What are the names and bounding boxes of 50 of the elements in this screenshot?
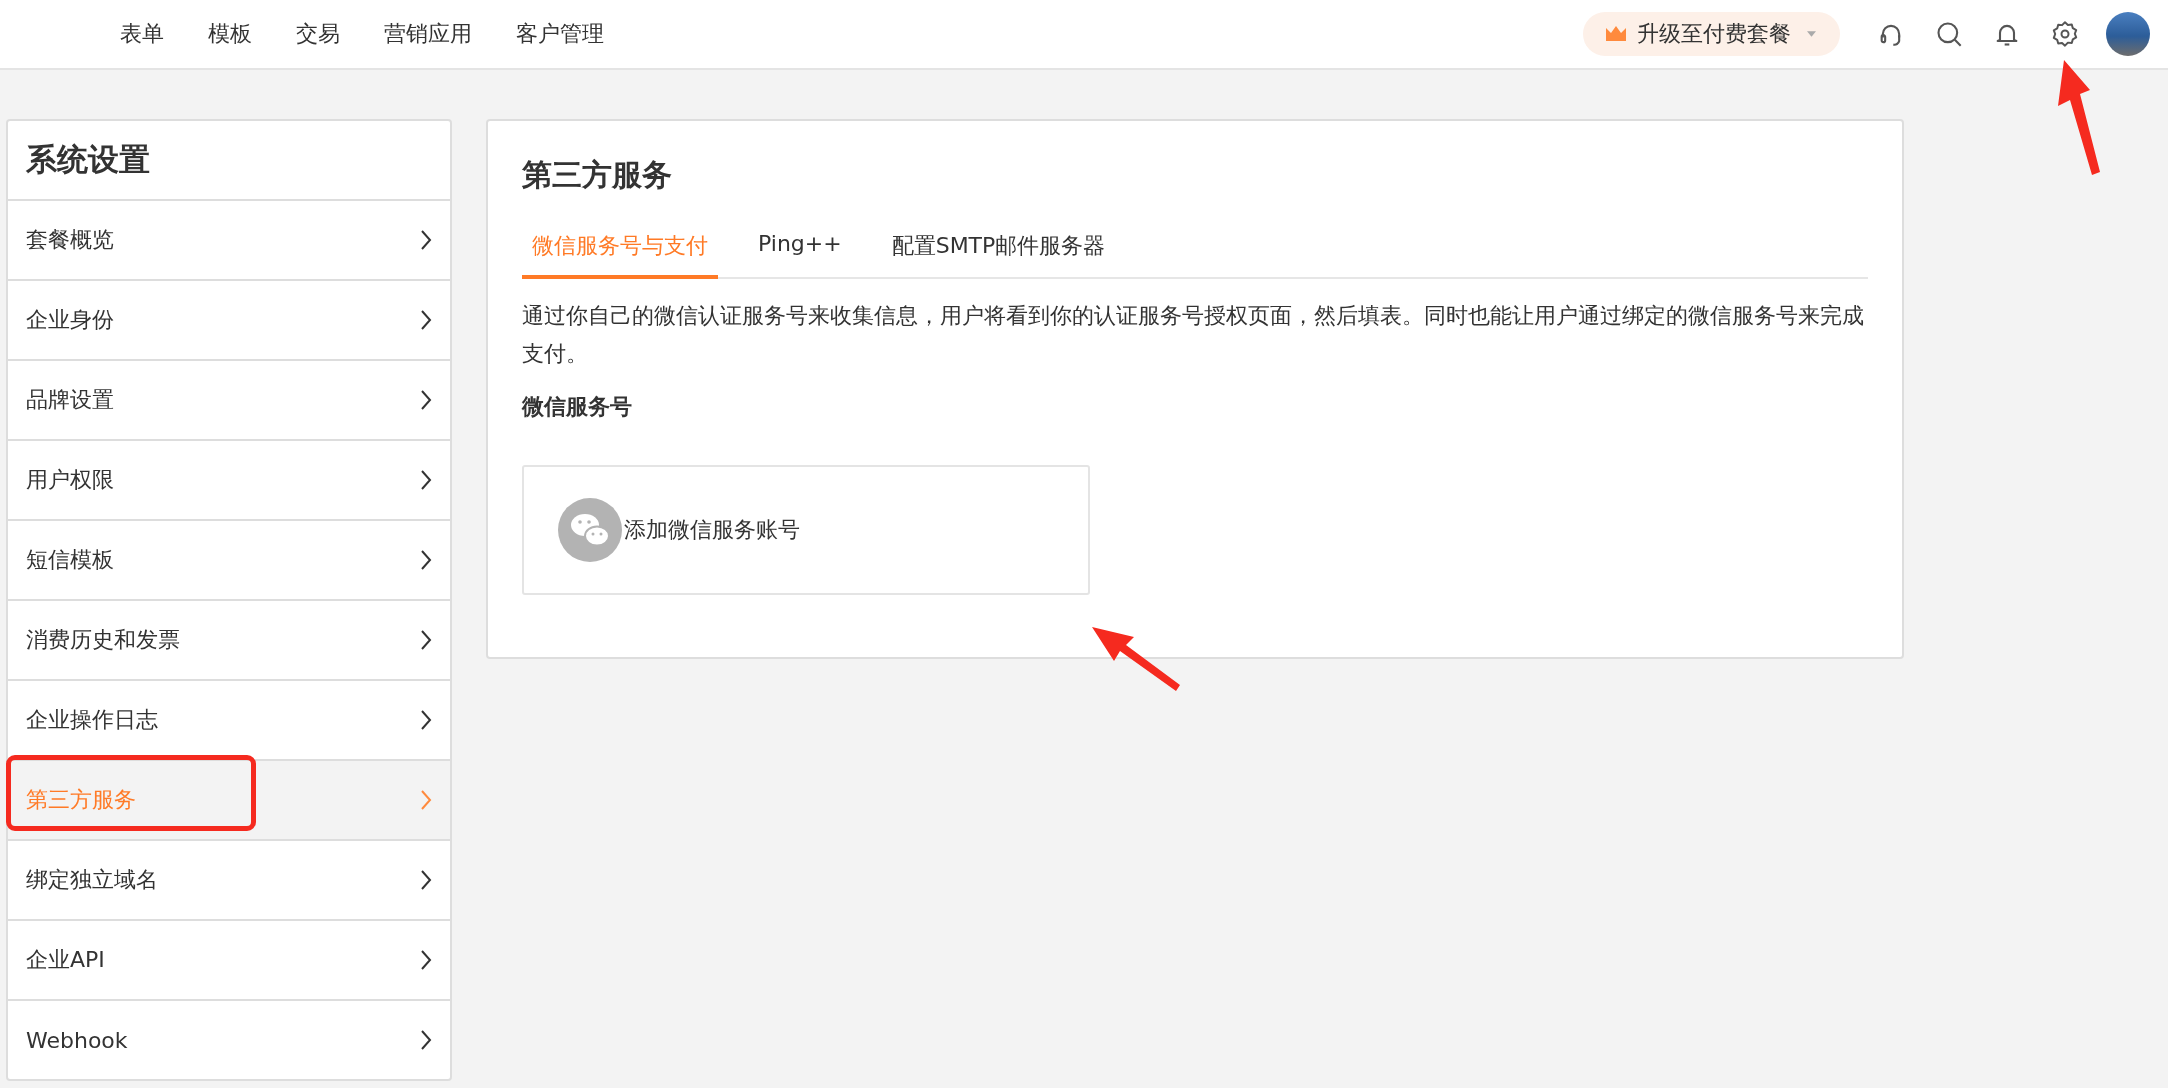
sidebar-item-label: 品牌设置: [26, 386, 114, 414]
chevron-right-icon: [420, 389, 432, 411]
chevron-right-icon: [420, 309, 432, 331]
chevron-right-icon: [420, 469, 432, 491]
search-icon[interactable]: [1935, 20, 1963, 48]
sidebar-item[interactable]: 绑定独立域名: [8, 841, 450, 921]
sidebar-item[interactable]: 企业API: [8, 921, 450, 1001]
sidebar-item-label: Webhook: [26, 1027, 128, 1053]
avatar[interactable]: [2106, 12, 2150, 56]
chevron-right-icon: [420, 229, 432, 251]
sidebar-item[interactable]: Webhook: [8, 1001, 450, 1079]
sidebar-item-label: 绑定独立域名: [26, 866, 158, 894]
panel-title: 第三方服务: [522, 156, 673, 194]
nav-tab[interactable]: 客户管理: [514, 13, 606, 55]
chevron-right-icon: [420, 629, 432, 651]
chevron-right-icon: [420, 1029, 432, 1051]
nav-tab[interactable]: 表单: [118, 13, 166, 55]
sidebar-item[interactable]: 短信模板: [8, 521, 450, 601]
sidebar-item-label: 企业身份: [26, 306, 114, 334]
tab[interactable]: 配置SMTP邮件服务器: [881, 225, 1116, 279]
sidebar-item-label: 套餐概览: [26, 226, 114, 254]
description-text: 通过你自己的微信认证服务号来收集信息，用户将看到你的认证服务号授权页面，然后填表。同时也能让用户通过绑定的微信服务号来完成支付。: [522, 302, 1865, 368]
sidebar-item[interactable]: 品牌设置: [8, 361, 450, 441]
sidebar-item[interactable]: 企业身份: [8, 281, 450, 361]
sidebar-item[interactable]: 消费历史和发票: [8, 601, 450, 681]
chevron-right-icon: [420, 549, 432, 571]
sidebar-item-label: 企业API: [26, 946, 105, 974]
add-account-button[interactable]: 添加微信服务账号: [522, 465, 1090, 595]
caret-icon: [1807, 31, 1816, 37]
nav-tab[interactable]: 模板: [206, 13, 254, 55]
settings-icon[interactable]: [2051, 20, 2079, 48]
chevron-right-icon: [420, 789, 432, 811]
sidebar-item[interactable]: 套餐概览: [8, 201, 450, 281]
sidebar-title: 系统设置: [8, 121, 450, 201]
upgrade-button[interactable]: 升级至付费套餐: [1583, 12, 1840, 56]
nav-tab[interactable]: 交易: [294, 13, 342, 55]
sidebar-item-label: 短信模板: [26, 546, 114, 574]
section-title: 微信服务号: [522, 393, 633, 421]
sidebar-item-label: 第三方服务: [26, 786, 136, 814]
sidebar-item-label: 消费历史和发票: [26, 626, 180, 654]
crown-icon: [1605, 25, 1627, 43]
tab[interactable]: Ping++: [748, 225, 852, 279]
chevron-right-icon: [420, 949, 432, 971]
sidebar-item-label: 用户权限: [26, 466, 114, 494]
sidebar-item[interactable]: 用户权限: [8, 441, 450, 521]
chat-bubbles-icon: [558, 498, 622, 562]
chevron-right-icon: [420, 709, 432, 731]
sidebar-item-label: 企业操作日志: [26, 706, 158, 734]
nav-tab[interactable]: 营销应用: [382, 13, 474, 55]
chevron-right-icon: [420, 869, 432, 891]
